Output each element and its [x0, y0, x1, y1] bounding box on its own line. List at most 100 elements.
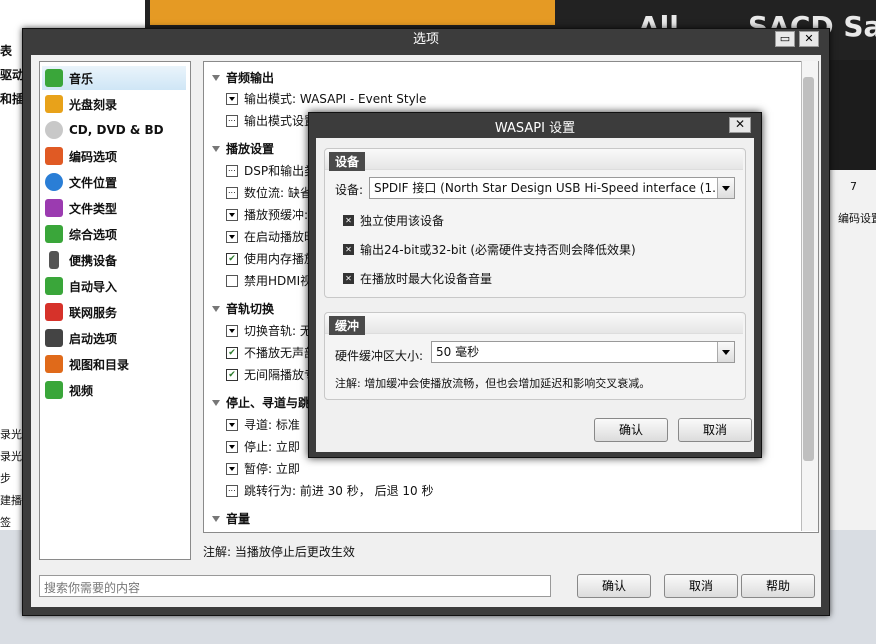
- wasapi-dialog-title: WASAPI 设置: [494, 121, 576, 136]
- bitstream-option[interactable]: 数位流: 缺省: [226, 184, 312, 201]
- gapless-checkbox[interactable]: ✔ 无间隔播放专: [226, 366, 316, 383]
- search-input[interactable]: 搜索你需要的内容: [39, 575, 551, 597]
- device-group-title: 设备: [329, 152, 366, 171]
- section-title: 播放设置: [226, 142, 275, 156]
- music-icon: [45, 69, 63, 87]
- buffer-size-select[interactable]: 50 毫秒: [431, 341, 735, 363]
- section-title: 音轨切换: [226, 302, 275, 316]
- max-volume-checkbox[interactable]: ✕ 在播放时最大化设备音量: [343, 270, 492, 287]
- wasapi-close-button[interactable]: ✕: [729, 117, 751, 133]
- nav-item-cd-dvd-bd[interactable]: CD, DVD & BD: [42, 118, 186, 142]
- section-track-switch[interactable]: 音轨切换: [212, 300, 274, 317]
- background-left-label: 表: [0, 44, 13, 58]
- options-nav: 音乐 光盘刻录 CD, DVD & BD 编码选项 文件位置 文件类型 综合选项…: [39, 61, 191, 560]
- checkbox-label: 独立使用该设备: [360, 214, 445, 228]
- nav-item-file-location[interactable]: 文件位置: [42, 170, 186, 194]
- nav-item-network[interactable]: 联网服务: [42, 300, 186, 324]
- wasapi-dialog: WASAPI 设置 ✕ 设备 设备: SPDIF 接口 (North Star …: [308, 112, 762, 458]
- ok-button[interactable]: 确认: [577, 574, 651, 598]
- wasapi-dialog-body: 设备 设备: SPDIF 接口 (North Star Design USB H…: [316, 138, 754, 452]
- nav-item-label: 视频: [69, 383, 94, 398]
- stop-option[interactable]: 停止: 立即: [226, 438, 300, 455]
- help-button[interactable]: 帮助: [741, 574, 815, 598]
- checkmark-icon: ✔: [226, 252, 238, 265]
- skip-silence-checkbox[interactable]: ✔ 不播放无声部: [226, 344, 316, 361]
- nav-item-label: CD, DVD & BD: [69, 123, 164, 137]
- disable-hdmi-checkbox[interactable]: 禁用HDMI视: [226, 272, 312, 289]
- background-left-item[interactable]: 签: [0, 514, 11, 530]
- nav-item-auto-import[interactable]: 自动导入: [42, 274, 186, 298]
- ellipsis-icon: [226, 164, 238, 177]
- buffer-group-header: 缓冲: [325, 313, 743, 335]
- nav-item-views[interactable]: 视图和目录: [42, 352, 186, 376]
- dropdown-icon: [226, 462, 238, 475]
- nav-item-startup[interactable]: 启动选项: [42, 326, 186, 350]
- output-mode-settings-option[interactable]: 输出模式设置: [226, 112, 316, 129]
- nav-item-label: 光盘刻录: [69, 97, 118, 112]
- maximize-button[interactable]: ▭: [775, 31, 795, 47]
- background-encode-label[interactable]: 编码设置: [838, 210, 876, 226]
- prebuffer-option[interactable]: 播放预缓冲:: [226, 206, 308, 223]
- background-left-label: 和插: [0, 92, 25, 106]
- dropdown-icon: [226, 324, 238, 337]
- buffer-size-label: 硬件缓冲区大小:: [335, 349, 424, 363]
- section-title: 音量: [226, 512, 251, 526]
- startup-icon: [45, 329, 63, 347]
- network-icon: [45, 303, 63, 321]
- wasapi-cancel-button[interactable]: 取消: [678, 418, 752, 442]
- nav-item-music[interactable]: 音乐: [42, 66, 186, 90]
- nav-item-label: 综合选项: [69, 227, 118, 242]
- section-stop-seek[interactable]: 停止、寻道与跳: [212, 394, 310, 411]
- memory-playback-checkbox[interactable]: ✔ 使用内存播放: [226, 250, 316, 267]
- nav-item-video[interactable]: 视频: [42, 378, 186, 402]
- output-mode-option[interactable]: 输出模式: WASAPI - Event Style: [226, 90, 426, 107]
- exclusive-mode-checkbox[interactable]: ✕ 独立使用该设备: [343, 212, 444, 229]
- background-tab[interactable]: 7: [850, 180, 857, 193]
- import-icon: [45, 277, 63, 295]
- wasapi-ok-button[interactable]: 确认: [594, 418, 668, 442]
- chevron-down-icon: [212, 305, 220, 312]
- section-audio-output[interactable]: 音频输出: [212, 69, 274, 86]
- option-label: DSP和输出类: [244, 164, 317, 178]
- dsp-option[interactable]: DSP和输出类: [226, 162, 316, 179]
- encode-icon: [45, 147, 63, 165]
- cancel-button[interactable]: 取消: [664, 574, 738, 598]
- nav-item-file-types[interactable]: 文件类型: [42, 196, 186, 220]
- option-label: 暂停: 立即: [244, 462, 300, 476]
- nav-item-portable[interactable]: 便携设备: [42, 248, 186, 272]
- buffer-group-title: 缓冲: [329, 316, 366, 335]
- checked-icon: ✕: [343, 215, 354, 226]
- chevron-down-icon: [212, 515, 220, 522]
- jump-behavior-option[interactable]: 跳转行为: 前进 30 秒， 后退 10 秒: [226, 482, 433, 499]
- option-label: 切换音轨: 无: [244, 324, 312, 338]
- nav-item-label: 联网服务: [69, 305, 118, 320]
- section-title: 音频输出: [226, 71, 275, 85]
- pause-option[interactable]: 暂停: 立即: [226, 460, 300, 477]
- bit-depth-checkbox[interactable]: ✕ 输出24-bit或32-bit (必需硬件支持否则会降低效果): [343, 241, 636, 258]
- background-left-item[interactable]: 步: [0, 470, 11, 486]
- view-icon: [45, 355, 63, 373]
- device-select[interactable]: SPDIF 接口 (North Star Design USB Hi-Speed…: [369, 177, 735, 199]
- seek-option[interactable]: 寻道: 标准: [226, 416, 300, 433]
- nav-item-disc-burn[interactable]: 光盘刻录: [42, 92, 186, 116]
- switch-track-option[interactable]: 切换音轨: 无: [226, 322, 312, 339]
- option-label: 禁用HDMI视: [244, 274, 313, 288]
- checkbox-label: 输出24-bit或32-bit (必需硬件支持否则会降低效果): [360, 243, 636, 257]
- device-select-value: SPDIF 接口 (North Star Design USB Hi-Speed…: [374, 181, 724, 195]
- on-start-option[interactable]: 在启动播放时: [226, 228, 316, 245]
- section-playback[interactable]: 播放设置: [212, 140, 274, 157]
- option-label: 使用内存播放: [244, 252, 317, 266]
- close-button[interactable]: ✕: [799, 31, 819, 47]
- nav-item-encode[interactable]: 编码选项: [42, 144, 186, 168]
- disc-icon: [45, 121, 63, 139]
- checkmark-icon: ✔: [226, 368, 238, 381]
- chevron-down-icon: [212, 145, 220, 152]
- section-volume[interactable]: 音量: [212, 510, 250, 527]
- puzzle-icon: [45, 199, 63, 217]
- chevron-down-icon: [212, 399, 220, 406]
- option-label: 停止: 立即: [244, 440, 300, 454]
- nav-item-general[interactable]: 综合选项: [42, 222, 186, 246]
- nav-item-label: 自动导入: [69, 279, 118, 294]
- scrollbar-thumb[interactable]: [803, 77, 814, 461]
- device-group: 设备 设备: SPDIF 接口 (North Star Design USB H…: [324, 148, 746, 298]
